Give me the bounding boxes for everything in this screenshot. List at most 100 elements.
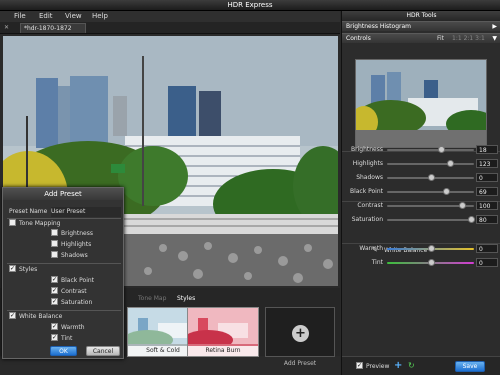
slider-handle[interactable] [427,174,435,181]
preset-name-input[interactable]: User Preset [51,207,121,217]
preview-thumbnail[interactable] [355,59,487,148]
dialog-title: Add Preset [3,188,123,200]
checkbox-icon [9,219,16,226]
highlights-checkbox[interactable]: Highlights [51,240,91,250]
preset-name-label: Preset Name [9,208,48,215]
expand-icon: ▶ [492,23,497,30]
panel-title: HDR Tools [342,11,500,21]
checked-icon: ✓ [51,323,58,330]
slider-track[interactable] [387,216,475,223]
checkbox-icon [51,240,58,247]
checked-icon: ✓ [51,287,58,294]
slider-track[interactable] [387,245,474,252]
checkbox-icon [51,251,58,258]
save-button[interactable]: Save [455,361,485,372]
slider-value-field[interactable]: 0 [476,173,498,182]
slider-label: Brightness [351,146,383,153]
warmth-checkbox[interactable]: ✓ Warmth [51,323,85,333]
black-point-checkbox[interactable]: ✓ Black Point [51,276,94,286]
document-tab-bar: *hdr-1870-1872 [0,22,340,34]
zoom-fit[interactable]: Fit [437,34,444,44]
slider-label: Highlights [352,160,383,167]
tab-styles[interactable]: Styles [177,295,195,302]
slider-saturation[interactable]: Saturation 80 [342,215,500,225]
add-preset-dialog: Add Preset Preset Name User Preset Tone … [2,187,124,359]
slider-warmth[interactable]: Warmth 0 [342,244,500,254]
slider-track[interactable] [387,160,474,167]
slider-value-field[interactable]: 0 [476,258,498,267]
preview-checkbox[interactable]: ✓ Preview [356,362,389,370]
menu-edit[interactable]: Edit [39,11,53,22]
tone-mapping-checkbox[interactable]: Tone Mapping [9,219,60,229]
slider-black-point[interactable]: Black Point 69 [342,187,500,197]
slider-value-field[interactable]: 123 [476,159,498,168]
slider-contrast[interactable]: Contrast 100 [342,201,500,211]
contrast-checkbox[interactable]: ✓ Contrast [51,287,87,297]
panel-footer: ✓ Preview + ↻ Save [342,356,500,375]
collapse-icon: ▼ [492,35,497,42]
tab-tone-map[interactable]: Tone Map [138,295,166,302]
slider-label: Black Point [349,188,383,195]
slider-track[interactable] [387,146,474,153]
tint-checkbox[interactable]: ✓ Tint [51,334,72,344]
add-preset-label: Add Preset [283,360,317,367]
slider-handle[interactable] [443,188,451,195]
slider-value-field[interactable]: 80 [476,215,498,224]
slider-handle[interactable] [427,259,435,266]
plus-icon: + [292,325,309,342]
controls-header[interactable]: Controls Fit 1:1 2:1 3:1 ▼ [342,33,500,43]
hdr-tools-panel: HDR Tools Brightness Histogram ▶ Control… [341,11,500,375]
slider-track[interactable] [387,188,474,195]
divider [7,310,121,311]
preview-image [356,60,486,147]
menu-bar: File Edit View Help [0,11,340,22]
close-document-icon[interactable]: ✕ [4,24,9,31]
preset-thumbnail[interactable]: Retina Burn [187,307,259,357]
slider-handle[interactable] [458,202,466,209]
add-icon[interactable]: + [394,360,402,371]
slider-handle[interactable] [467,216,475,223]
slider-track[interactable] [387,259,474,266]
menu-view[interactable]: View [65,11,82,22]
document-tab[interactable]: *hdr-1870-1872 [20,23,86,33]
slider-value-field[interactable]: 18 [476,145,498,154]
slider-track[interactable] [387,174,474,181]
checked-icon: ✓ [356,362,363,369]
cancel-button[interactable]: Cancel [86,346,120,356]
styles-checkbox[interactable]: ✓ Styles [9,265,37,275]
slider-highlights[interactable]: Highlights 123 [342,159,500,169]
white-balance-checkbox[interactable]: ✓ White Balance [9,312,62,322]
slider-value-field[interactable]: 69 [476,187,498,196]
checked-icon: ✓ [51,276,58,283]
brightness-checkbox[interactable]: Brightness [51,229,93,239]
slider-label: Saturation [351,216,383,223]
slider-label: Warmth [359,245,383,252]
slider-value-field[interactable]: 100 [476,201,498,210]
slider-track[interactable] [387,202,474,209]
checkbox-icon [51,229,58,236]
slider-shadows[interactable]: Shadows 0 [342,173,500,183]
checked-icon: ✓ [51,298,58,305]
slider-handle[interactable] [427,245,435,252]
slider-tint[interactable]: Tint 0 [342,258,500,268]
slider-label: Contrast [357,202,383,209]
slider-brightness[interactable]: Brightness 18 [342,145,500,155]
slider-value-field[interactable]: 0 [476,244,498,253]
add-preset-button[interactable]: + [265,307,335,357]
slider-label: Shadows [356,174,383,181]
window-title: HDR Express [0,0,500,11]
brightness-histogram-header[interactable]: Brightness Histogram ▶ [342,21,500,31]
checked-icon: ✓ [51,334,58,341]
shadows-checkbox[interactable]: Shadows [51,251,88,261]
menu-help[interactable]: Help [92,11,108,22]
slider-handle[interactable] [446,160,454,167]
preset-label: Retina Burn [188,346,258,356]
slider-handle[interactable] [437,146,445,153]
saturation-checkbox[interactable]: ✓ Saturation [51,298,92,308]
menu-file[interactable]: File [14,11,26,22]
ok-button[interactable]: OK [50,346,77,356]
divider [7,263,121,264]
zoom-options[interactable]: 1:1 2:1 3:1 [452,34,485,44]
checked-icon: ✓ [9,312,16,319]
refresh-icon[interactable]: ↻ [408,361,415,370]
